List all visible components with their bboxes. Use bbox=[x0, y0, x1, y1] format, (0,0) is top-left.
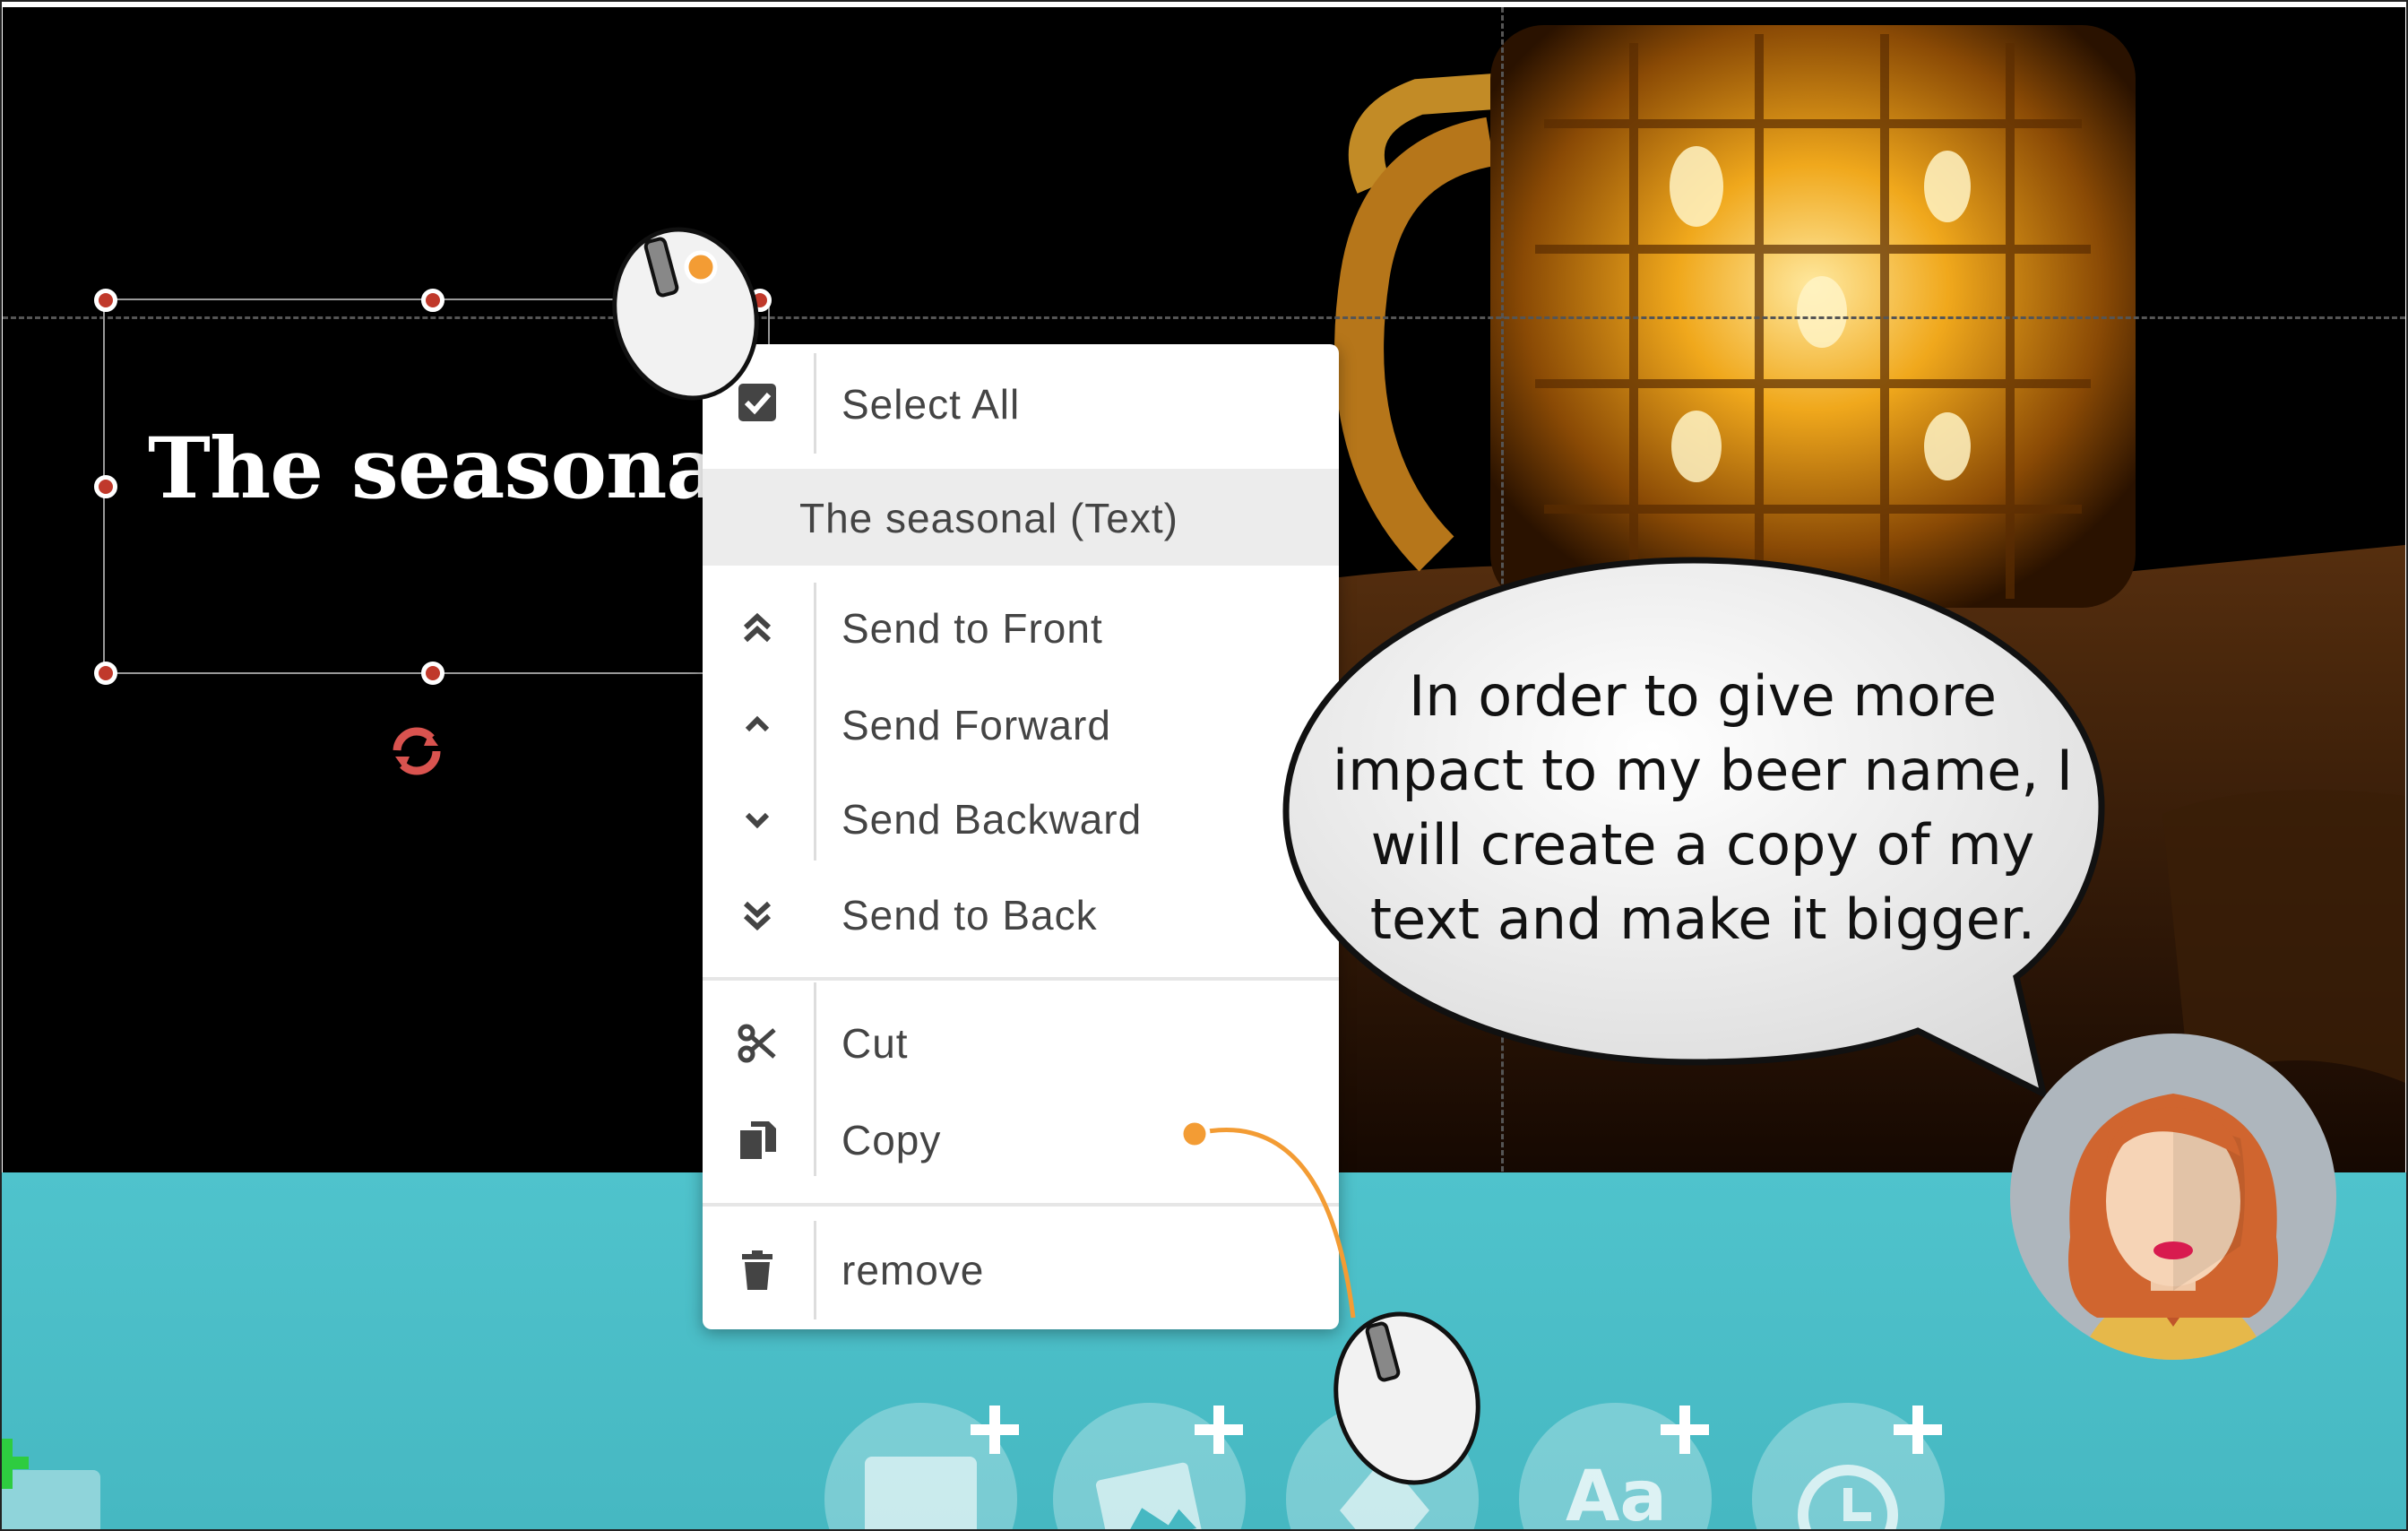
rotate-handle-icon[interactable] bbox=[392, 726, 442, 776]
add-page-icon[interactable] bbox=[0, 1430, 36, 1501]
trash-icon bbox=[742, 1250, 772, 1290]
copy-icon bbox=[740, 1121, 776, 1159]
resize-handle-bottom-center[interactable] bbox=[421, 662, 444, 685]
chevron-down-icon bbox=[745, 812, 770, 829]
menu-label-send-to-front: Send to Front bbox=[842, 605, 1103, 652]
double-chevron-down-icon bbox=[743, 901, 772, 931]
menu-label-cut: Cut bbox=[842, 1020, 909, 1067]
scissors-icon bbox=[738, 1024, 776, 1063]
menu-item-select-all[interactable]: Select All bbox=[703, 362, 1339, 443]
plus-icon bbox=[1894, 1406, 1942, 1454]
menu-label-remove: remove bbox=[842, 1247, 985, 1293]
menu-label-send-to-back: Send to Back bbox=[842, 892, 1098, 938]
plus-icon bbox=[1195, 1406, 1243, 1454]
text-icon: Aa bbox=[1566, 1457, 1668, 1531]
menu-label-send-forward: Send Forward bbox=[842, 702, 1111, 748]
menu-item-send-forward[interactable]: Send Forward bbox=[703, 685, 1339, 766]
menu-item-send-to-front[interactable]: Send to Front bbox=[703, 588, 1339, 669]
menu-label-copy: Copy bbox=[842, 1117, 942, 1163]
plus-icon bbox=[1661, 1406, 1709, 1454]
image-icon bbox=[1095, 1462, 1204, 1531]
menu-label-send-backward: Send Backward bbox=[842, 796, 1143, 843]
double-chevron-up-icon bbox=[743, 612, 772, 643]
menu-object-header: The seasonal (Text) bbox=[703, 469, 1339, 566]
resize-handle-bottom-left[interactable] bbox=[94, 662, 117, 685]
menu-divider bbox=[703, 977, 1339, 981]
menu-item-send-backward[interactable]: Send Backward bbox=[703, 779, 1339, 860]
menu-label-select-all: Select All bbox=[842, 381, 1021, 428]
chevron-up-icon bbox=[745, 715, 770, 732]
menu-item-cut[interactable]: Cut bbox=[703, 1003, 1339, 1084]
editor-stage: The seasonal Select All The seasonal (Te… bbox=[0, 0, 2408, 1531]
resize-handle-top-left[interactable] bbox=[94, 289, 117, 312]
speech-bubble-text: In order to give more impact to my beer … bbox=[1332, 663, 2074, 952]
avatar bbox=[2010, 1034, 2336, 1360]
text-object[interactable]: The seasonal bbox=[148, 420, 752, 518]
mouse-cursor-icon bbox=[1333, 1311, 1480, 1485]
resize-handle-top-center[interactable] bbox=[421, 289, 444, 312]
menu-item-send-to-back[interactable]: Send to Back bbox=[703, 875, 1339, 956]
menu-separator bbox=[814, 353, 816, 454]
clock-icon bbox=[1798, 1465, 1898, 1531]
plus-icon bbox=[971, 1406, 1019, 1454]
menu-header-label: The seasonal (Text) bbox=[799, 495, 1178, 541]
resize-handle-middle-left[interactable] bbox=[94, 475, 117, 498]
mouse-cursor-icon bbox=[612, 227, 759, 401]
